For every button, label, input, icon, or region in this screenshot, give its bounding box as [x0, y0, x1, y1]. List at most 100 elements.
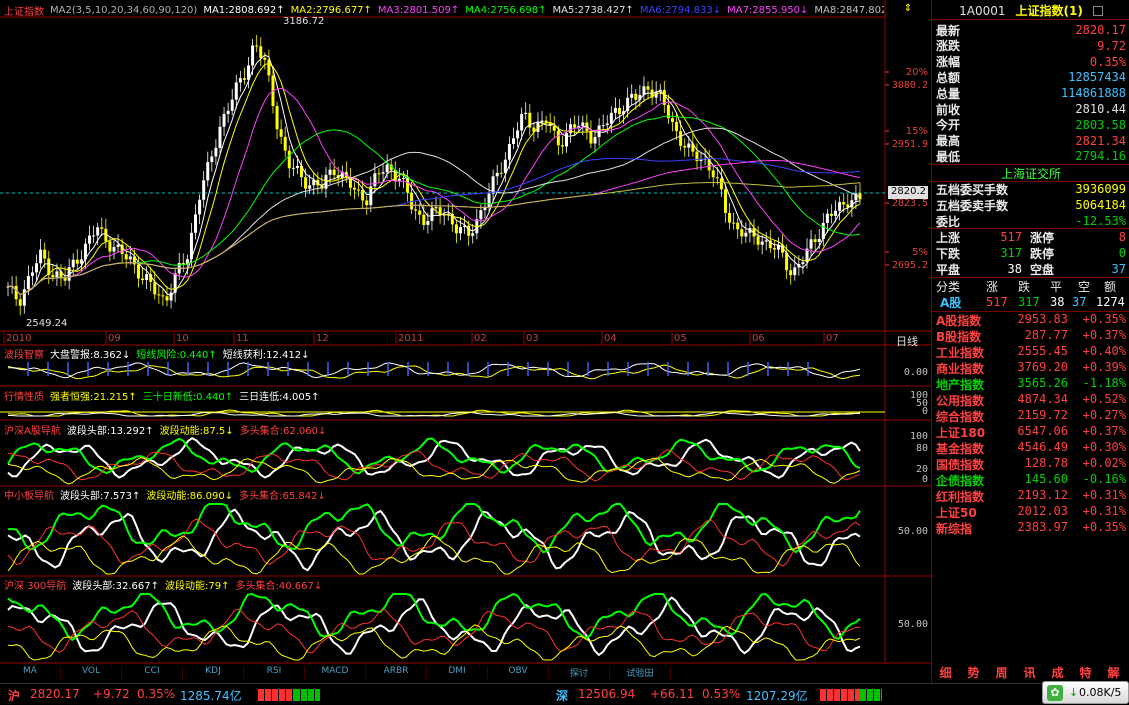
- breadth-row: 上涨 517 涨停 8: [932, 229, 1129, 245]
- period-label[interactable]: 日线: [896, 333, 918, 349]
- quote-value: 2794.16: [1075, 149, 1126, 164]
- index-price: 4546.49: [1017, 440, 1068, 454]
- index-price: 6547.06: [1017, 424, 1068, 438]
- candle-body: [88, 235, 92, 244]
- breadth-row: 下跌 317 跌停 0: [932, 245, 1129, 261]
- x-label: 05: [674, 333, 687, 344]
- index-row[interactable]: 商业指数 3769.20 +0.39%: [932, 360, 1129, 376]
- index-row[interactable]: 国债指数 128.78 +0.02%: [932, 456, 1129, 472]
- quote-row: 最低 2794.16: [932, 148, 1129, 164]
- indicator-tab[interactable]: RSI: [244, 666, 305, 681]
- breadth-label: 上涨: [936, 230, 961, 245]
- index-row[interactable]: 公用指数 4874.34 +0.52%: [932, 392, 1129, 408]
- panel4-line-yellow: [7, 624, 861, 661]
- quote-label: 总额: [936, 70, 961, 85]
- candle-body: [670, 118, 674, 122]
- category-row[interactable]: A股 517 317 38 37 1274: [932, 294, 1129, 310]
- index-price: 2159.72: [1017, 408, 1068, 422]
- index-row[interactable]: 红利指数 2193.12 +0.31%: [932, 488, 1129, 504]
- index-row[interactable]: 新综指 2383.97 +0.35%: [932, 520, 1129, 536]
- index-row[interactable]: B股指数 287.77 +0.37%: [932, 328, 1129, 344]
- panel-tab[interactable]: 周: [990, 664, 1013, 682]
- indicator-tab[interactable]: CCI: [122, 666, 183, 681]
- candle-body: [487, 193, 491, 207]
- index-name: 基金指数: [936, 442, 985, 456]
- close-panel-icon[interactable]: [1092, 5, 1103, 16]
- settings-icon[interactable]: ⇕: [888, 3, 928, 17]
- index-row[interactable]: 企债指数 145.60 -0.16%: [932, 472, 1129, 488]
- ma-legend-item: MA7:2855.950↓: [727, 4, 809, 16]
- quote-value: 2803.58: [1075, 117, 1126, 132]
- order-label: 委比: [936, 214, 961, 229]
- candle-body: [573, 124, 577, 128]
- candle-body: [242, 78, 246, 80]
- panel-header-sme-nav: 中小板导航 波段头部:7.573↑ 波段动能:86.090↓ 多头集合:65.842↓: [4, 487, 884, 502]
- index-change: +0.31%: [1082, 504, 1126, 518]
- index-price: 2012.03: [1017, 504, 1068, 518]
- index-price: 287.77: [1024, 328, 1068, 342]
- ma-legend-item: MA5:2738.427↑: [552, 4, 634, 16]
- candle-body: [263, 57, 267, 60]
- candle-body: [157, 294, 161, 296]
- chart-title: 上证指数: [4, 6, 44, 18]
- index-change: +0.39%: [1082, 360, 1126, 374]
- index-name: 新综指: [936, 522, 973, 536]
- candle-body: [740, 229, 744, 237]
- index-row[interactable]: 地产指数 3565.26 -1.18%: [932, 376, 1129, 392]
- indicator-tab[interactable]: ARBR: [366, 666, 427, 681]
- breadth-value: 8: [1118, 230, 1126, 244]
- panel-tab[interactable]: 成: [1046, 664, 1069, 682]
- indicator-tab[interactable]: MACD: [305, 666, 366, 681]
- sh-change: +9.72: [93, 687, 130, 701]
- quote-header: 1A0001 上证指数(1): [932, 2, 1129, 20]
- indicator-tab[interactable]: VOL: [61, 666, 122, 681]
- quote-label: 最高: [936, 134, 961, 149]
- index-name: 综合指数: [936, 410, 985, 424]
- index-row[interactable]: A股指数 2953.83 +0.35%: [932, 312, 1129, 328]
- panel-tab[interactable]: 特: [1074, 664, 1097, 682]
- index-name: 企债指数: [936, 474, 985, 488]
- candle-body: [756, 236, 760, 245]
- candle-body: [353, 187, 357, 190]
- panel-label: 大盘警报:8.362↓: [50, 349, 131, 361]
- breadth-value: 317: [1000, 246, 1022, 260]
- sh-breadth-bar: [258, 689, 320, 701]
- panel-tab[interactable]: 细: [934, 664, 957, 682]
- candle-body: [471, 233, 475, 236]
- candle-body: [39, 249, 43, 264]
- panel3-line-green: [7, 503, 861, 554]
- candle-body: [385, 164, 389, 173]
- candle-body: [732, 222, 736, 224]
- candle-body: [377, 173, 381, 175]
- index-row[interactable]: 工业指数 2555.45 +0.40%: [932, 344, 1129, 360]
- panel0-axis: 0.00: [903, 367, 928, 378]
- indicator-tab[interactable]: MA: [0, 666, 61, 681]
- index-row[interactable]: 上证50 2012.03 +0.31%: [932, 504, 1129, 520]
- index-row[interactable]: 上证180 6547.06 +0.37%: [932, 424, 1129, 440]
- index-price: 3769.20: [1017, 360, 1068, 374]
- network-speed-widget[interactable]: ✿ ↓ 0.08K/5: [1042, 681, 1129, 704]
- candle-body: [153, 281, 157, 295]
- y-label-3: 2695.2: [891, 260, 928, 271]
- index-row[interactable]: 基金指数 4546.49 +0.30%: [932, 440, 1129, 456]
- stock-code: 1A0001: [959, 3, 1006, 18]
- candle-body: [772, 248, 776, 250]
- x-label: 2011: [398, 333, 424, 344]
- panel4-axis: 50.00: [897, 619, 928, 630]
- panel3-axis: 50.00: [897, 526, 928, 537]
- panel-tab[interactable]: 讯: [1018, 664, 1041, 682]
- indicator-tab[interactable]: DMI: [427, 666, 488, 681]
- indicator-tab[interactable]: 试验田: [610, 666, 671, 681]
- index-row[interactable]: 综合指数 2159.72 +0.27%: [932, 408, 1129, 424]
- indicator-tab[interactable]: KDJ: [183, 666, 244, 681]
- sh-price: 2820.17: [30, 687, 80, 701]
- index-price: 145.60: [1024, 472, 1068, 486]
- sh-amount: 1285.74亿: [180, 689, 242, 703]
- panel-tab[interactable]: 势: [962, 664, 985, 682]
- category-amt: 1274: [1096, 295, 1125, 309]
- category-header: 分类 涨 跌 平空额: [932, 278, 1129, 294]
- panel-tab[interactable]: 解: [1102, 664, 1125, 682]
- indicator-tab[interactable]: 探讨: [549, 666, 610, 681]
- indicator-tab[interactable]: OBV: [488, 666, 549, 681]
- category-name: A股: [940, 295, 962, 310]
